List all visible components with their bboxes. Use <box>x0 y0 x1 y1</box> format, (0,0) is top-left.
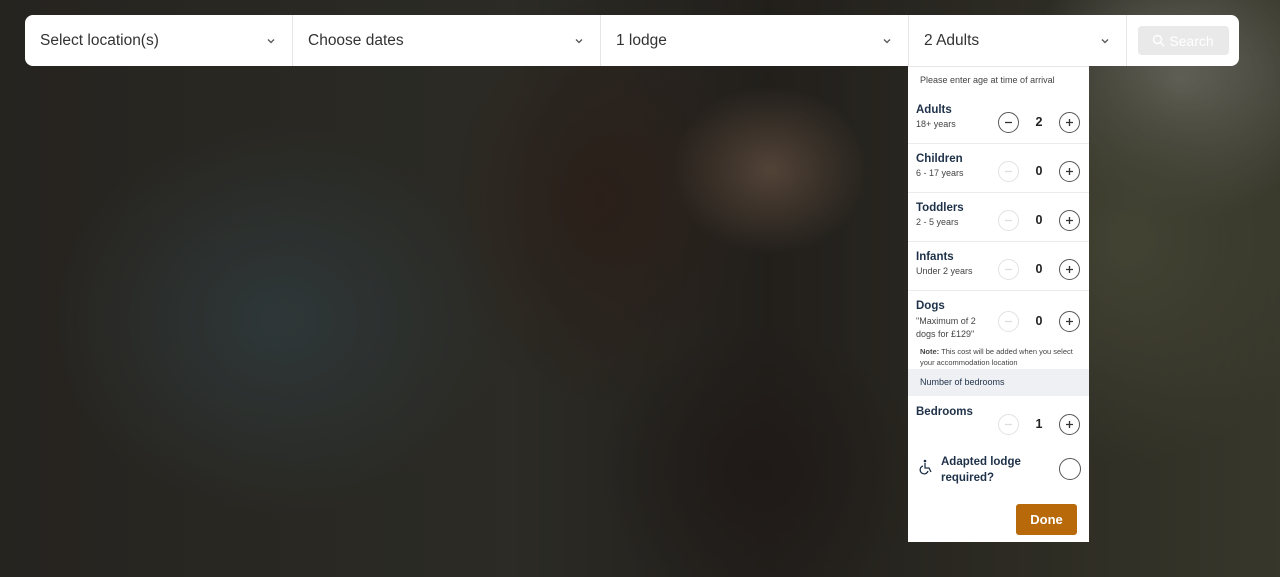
plus-icon <box>1066 217 1073 224</box>
bedrooms-decrease-button[interactable] <box>998 414 1019 435</box>
minus-icon <box>1005 121 1012 124</box>
guest-row-title: Adults <box>916 104 952 116</box>
dates-select-label: Choose dates <box>308 31 404 49</box>
location-select-label: Select location(s) <box>40 31 159 49</box>
search-icon <box>1153 34 1165 47</box>
plus-icon <box>1066 421 1073 428</box>
dogs-cost-note: Note: This cost will be added when you s… <box>920 346 1080 368</box>
plus-icon <box>1066 318 1073 325</box>
chevron-down-icon <box>267 38 275 43</box>
guest-row-toddlers: Toddlers 2 - 5 years 0 <box>908 193 1089 242</box>
search-button-label: Search <box>1169 32 1214 49</box>
chevron-down-icon <box>575 38 583 43</box>
search-button-wrap: Search <box>1127 15 1239 66</box>
guest-row-subtitle: "Maximum of 2 dogs for £129" <box>916 316 976 339</box>
infants-count: 0 <box>1035 262 1043 276</box>
booking-search-bar: Select location(s) Choose dates 1 lodge … <box>25 15 1239 66</box>
guest-row-title: Infants <box>916 251 954 263</box>
minus-icon <box>1005 268 1012 271</box>
infants-increase-button[interactable] <box>1059 259 1080 280</box>
done-button[interactable]: Done <box>1016 504 1077 535</box>
bedrooms-count: 1 <box>1035 417 1043 431</box>
adults-increase-button[interactable] <box>1059 112 1080 133</box>
bedrooms-increase-button[interactable] <box>1059 414 1080 435</box>
minus-icon <box>1005 423 1012 426</box>
children-decrease-button[interactable] <box>998 161 1019 182</box>
dogs-count: 0 <box>1035 314 1043 328</box>
adapted-lodge-toggle[interactable] <box>1059 458 1081 480</box>
guest-row-infants: Infants Under 2 years 0 <box>908 242 1089 291</box>
age-hint: Please enter age at time of arrival <box>920 75 1055 85</box>
lodge-select-label: 1 lodge <box>616 31 667 49</box>
chevron-down-icon <box>1101 38 1109 43</box>
guest-row-subtitle: 2 - 5 years <box>916 217 959 227</box>
guest-row-subtitle: Under 2 years <box>916 266 973 276</box>
note-label: Note: <box>920 347 940 356</box>
adults-count: 2 <box>1035 115 1043 129</box>
note-text: This cost will be added when you select … <box>920 347 1073 367</box>
guest-row-title: Children <box>916 153 963 165</box>
search-button[interactable]: Search <box>1137 26 1229 55</box>
dogs-decrease-button[interactable] <box>998 311 1019 332</box>
infants-decrease-button[interactable] <box>998 259 1019 280</box>
bedrooms-section-header: Number of bedrooms <box>908 369 1089 396</box>
adapted-lodge-label: Adapted lodge required? <box>941 456 1021 484</box>
plus-icon <box>1066 266 1073 273</box>
guest-row-adults: Adults 18+ years 2 <box>908 94 1089 144</box>
plus-icon <box>1066 168 1073 175</box>
toddlers-count: 0 <box>1035 213 1043 227</box>
guests-select-label: 2 Adults <box>924 31 980 49</box>
children-count: 0 <box>1035 164 1043 178</box>
children-increase-button[interactable] <box>1059 161 1080 182</box>
dogs-increase-button[interactable] <box>1059 311 1080 332</box>
location-select[interactable]: Select location(s) <box>25 15 293 66</box>
minus-icon <box>1005 320 1012 323</box>
guests-select[interactable]: 2 Adults <box>909 15 1127 66</box>
minus-icon <box>1005 170 1012 173</box>
guest-row-subtitle: 18+ years <box>916 119 956 129</box>
bedrooms-title: Bedrooms <box>916 406 973 418</box>
plus-icon <box>1066 119 1073 126</box>
wheelchair-icon <box>919 459 932 475</box>
guest-row-title: Dogs <box>916 300 945 312</box>
guest-row-children: Children 6 - 17 years 0 <box>908 144 1089 193</box>
guest-row-subtitle: 6 - 17 years <box>916 168 964 178</box>
bedrooms-row: Bedrooms 1 <box>908 396 1089 444</box>
dates-select[interactable]: Choose dates <box>293 15 601 66</box>
guest-row-title: Toddlers <box>916 202 964 214</box>
chevron-down-icon <box>883 38 891 43</box>
minus-icon <box>1005 219 1012 222</box>
guests-dropdown-panel: Please enter age at time of arrival Adul… <box>908 66 1089 542</box>
lodge-select[interactable]: 1 lodge <box>601 15 909 66</box>
toddlers-increase-button[interactable] <box>1059 210 1080 231</box>
toddlers-decrease-button[interactable] <box>998 210 1019 231</box>
adults-decrease-button[interactable] <box>998 112 1019 133</box>
